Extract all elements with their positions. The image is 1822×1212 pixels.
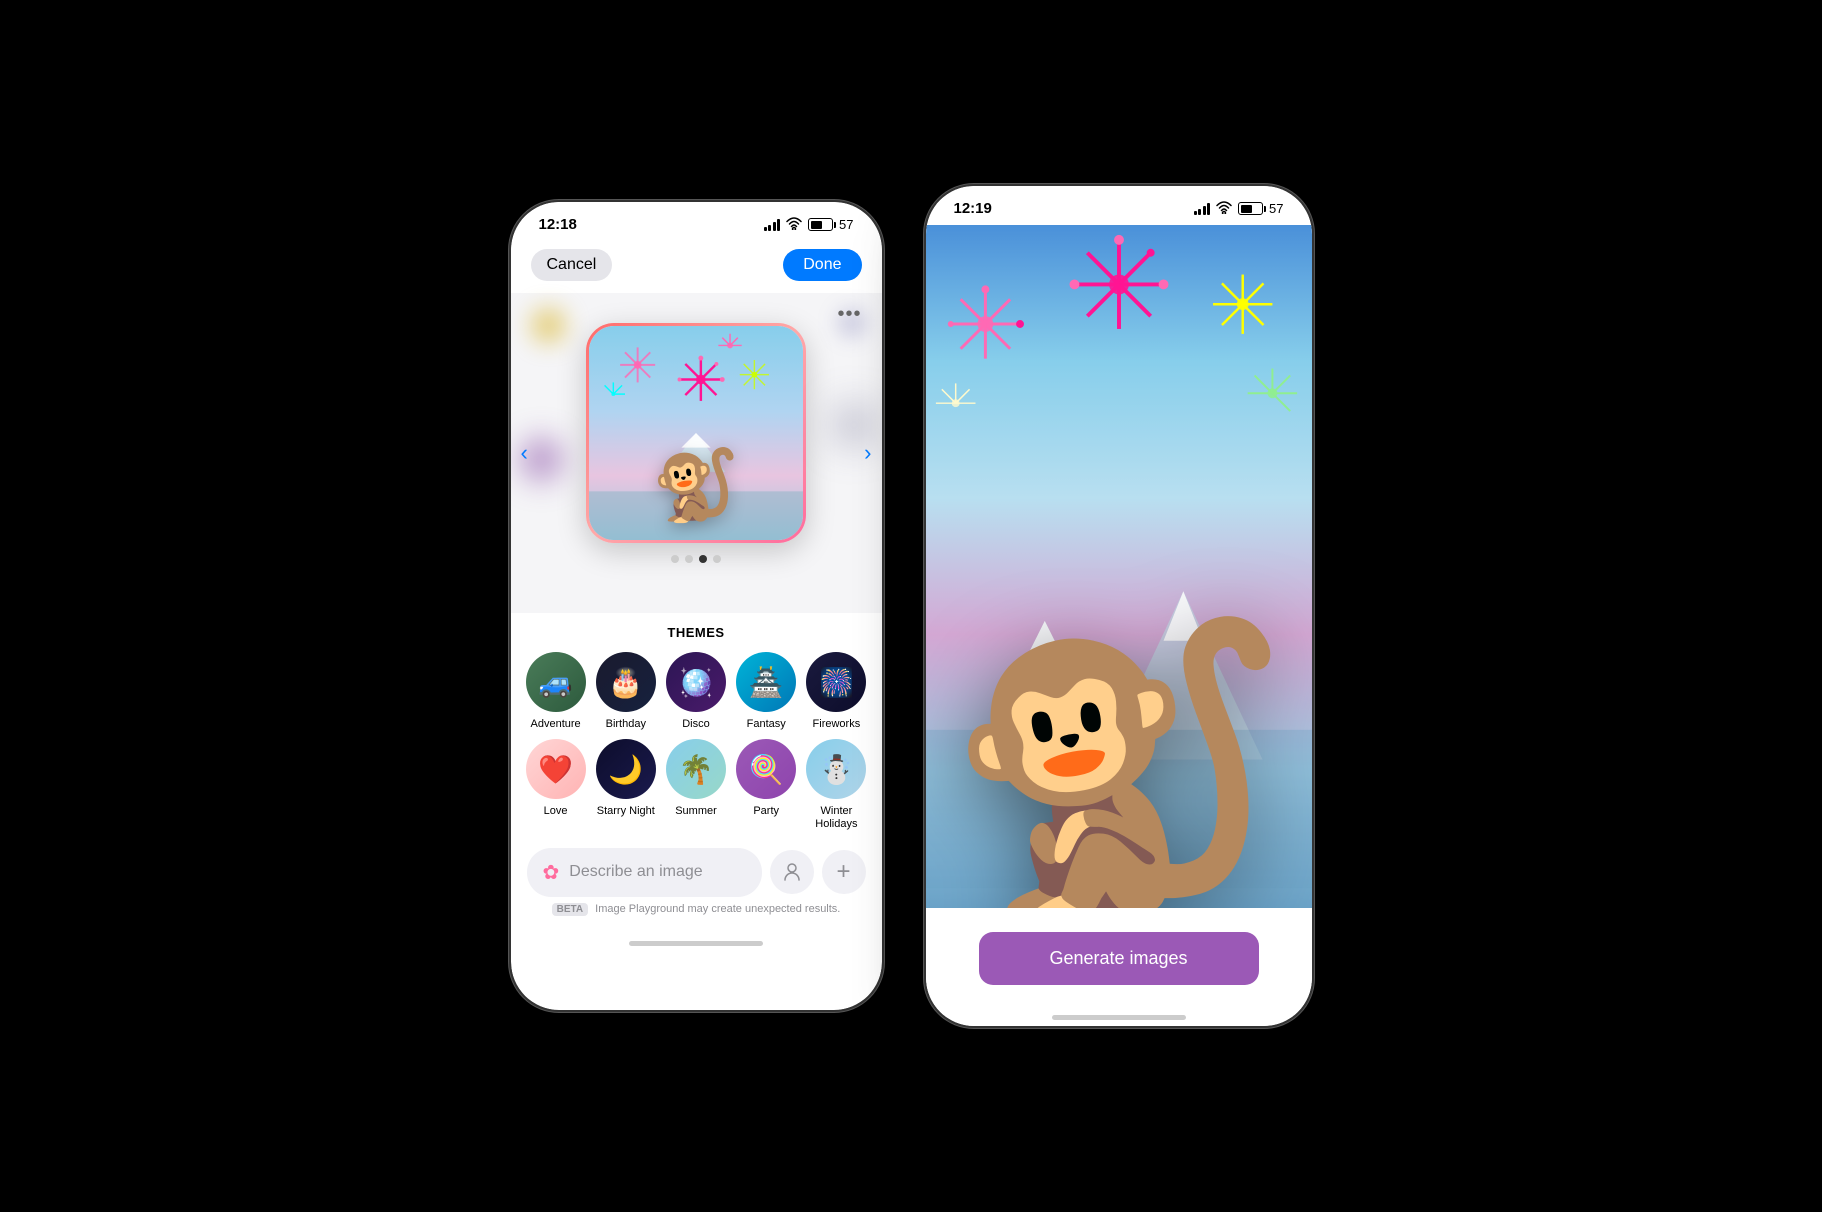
input-area: ✿ Describe an image + BETA [511,840,882,935]
prev-arrow-button[interactable]: ‹ [521,440,528,466]
themes-header: THEMES [511,625,882,652]
theme-label-fireworks: Fireworks [813,718,861,731]
next-arrow-button[interactable]: › [864,440,871,466]
dot-1[interactable] [671,555,679,563]
person-button[interactable] [770,850,814,894]
theme-item-starry-night[interactable]: 🌙 Starry Night [593,739,659,831]
theme-circle-adventure: 🚙 [526,652,586,712]
flower-icon: ✿ [543,860,560,885]
theme-label-starry-night: Starry Night [597,805,655,818]
theme-circle-birthday: 🎂 [596,652,656,712]
dots-indicator [671,555,721,563]
theme-circle-summer: 🌴 [666,739,726,799]
battery-percent: 57 [839,217,853,232]
beta-notice-text: Image Playground may create unexpected r… [595,903,840,915]
main-image: 🐒 [586,323,806,543]
theme-circle-love: ❤️ [526,739,586,799]
right-battery-percent: 57 [1269,201,1283,216]
right-signal-icon [1194,202,1211,215]
theme-item-adventure[interactable]: 🚙 Adventure [523,652,589,731]
left-phone-frame: 12:18 57 [509,200,884,1012]
right-screen: 12:19 57 [926,186,1312,1026]
dot-2[interactable] [685,555,693,563]
person-icon [782,862,802,882]
screens-container: 12:18 57 [489,164,1334,1048]
image-preview-area: ••• [511,293,882,613]
more-options-button[interactable]: ••• [837,303,861,326]
theme-label-birthday: Birthday [606,718,646,731]
theme-item-fantasy[interactable]: 🏯 Fantasy [733,652,799,731]
wifi-icon [786,217,802,233]
right-image-area: 🐒 [926,225,1312,908]
theme-item-love[interactable]: ❤️ Love [523,739,589,831]
right-monkey-image: 🐒 [944,628,1293,908]
right-battery-icon [1238,202,1263,215]
theme-item-summer[interactable]: 🌴 Summer [663,739,729,831]
image-background: 🐒 [589,326,803,540]
right-status-icons: 57 [1194,201,1284,217]
left-home-indicator [629,941,763,946]
themes-section: THEMES 🚙 Adventure 🎂 Birthday 🪩 Disco [511,613,882,840]
theme-circle-winter-holidays: ☃️ [806,739,866,799]
right-phone-frame: 12:19 57 [924,184,1314,1028]
theme-item-winter-holidays[interactable]: ☃️ Winter Holidays [803,739,869,831]
battery-icon [808,218,833,231]
left-top-nav: Cancel Done [511,241,882,293]
plus-button[interactable]: + [822,850,866,894]
theme-label-party: Party [753,805,779,818]
theme-circle-fantasy: 🏯 [736,652,796,712]
theme-label-adventure: Adventure [531,718,581,731]
theme-circle-starry-night: 🌙 [596,739,656,799]
theme-circle-fireworks: 🎆 [806,652,866,712]
theme-item-party[interactable]: 🍭 Party [733,739,799,831]
right-home-indicator [1052,1015,1186,1020]
signal-icon [764,218,781,231]
theme-item-birthday[interactable]: 🎂 Birthday [593,652,659,731]
describe-input-container[interactable]: ✿ Describe an image [527,848,762,897]
theme-circle-disco: 🪩 [666,652,726,712]
theme-item-disco[interactable]: 🪩 Disco [663,652,729,731]
cancel-button[interactable]: Cancel [531,249,613,281]
theme-item-fireworks[interactable]: 🎆 Fireworks [803,652,869,731]
left-status-icons: 57 [764,217,854,233]
theme-label-disco: Disco [682,718,710,731]
theme-label-summer: Summer [675,805,717,818]
themes-grid: 🚙 Adventure 🎂 Birthday 🪩 Disco 🏯 Fantasy [511,652,882,832]
input-row: ✿ Describe an image + [527,848,866,897]
right-bottom-area: Generate images [926,908,1312,1009]
beta-notice: BETA Image Playground may create unexpec… [527,897,866,919]
right-status-bar: 12:19 57 [926,186,1312,225]
beta-badge: BETA [552,903,588,916]
theme-label-love: Love [544,805,568,818]
left-screen: 12:18 57 [511,202,882,1010]
dot-3[interactable] [699,555,707,563]
done-button[interactable]: Done [783,249,861,281]
plus-icon: + [836,858,850,886]
theme-label-fantasy: Fantasy [747,718,786,731]
theme-label-winter-holidays: Winter Holidays [803,805,869,831]
right-content: 🐒 Generate images [926,225,1312,1026]
dot-4[interactable] [713,555,721,563]
generate-images-button[interactable]: Generate images [979,932,1259,985]
left-time: 12:18 [539,216,577,233]
monkey-image: 🐒 [652,450,739,520]
right-time: 12:19 [954,200,992,217]
right-wifi-icon [1216,201,1232,217]
describe-placeholder: Describe an image [569,863,702,881]
theme-circle-party: 🍭 [736,739,796,799]
left-status-bar: 12:18 57 [511,202,882,241]
blur-decoration-4 [834,405,874,445]
blur-decoration-1 [531,308,566,343]
themes-title: THEMES [531,625,862,640]
